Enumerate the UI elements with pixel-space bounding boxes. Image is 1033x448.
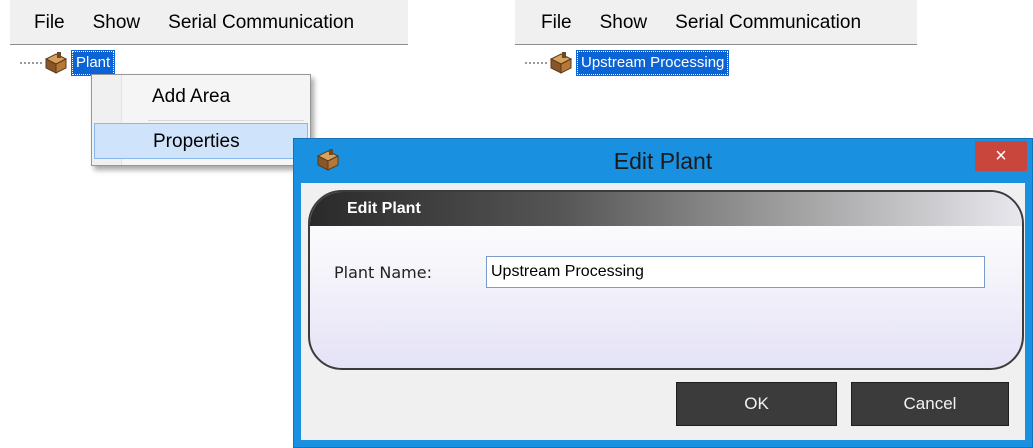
right-menubar: File Show Serial Communication bbox=[515, 0, 917, 45]
ok-button[interactable]: OK bbox=[676, 382, 837, 426]
menu-serial-communication[interactable]: Serial Communication bbox=[154, 0, 368, 45]
menu-file[interactable]: File bbox=[10, 0, 79, 45]
tree-node-label[interactable]: Plant bbox=[70, 50, 116, 76]
menu-file[interactable]: File bbox=[515, 0, 586, 45]
tree-connector bbox=[525, 62, 547, 64]
tree-connector bbox=[20, 62, 42, 64]
dialog-titlebar[interactable]: Edit Plant × bbox=[294, 139, 1032, 183]
tree-node-label[interactable]: Upstream Processing bbox=[575, 50, 730, 76]
plant-cube-icon bbox=[549, 52, 573, 74]
tree-node-row[interactable]: Upstream Processing bbox=[525, 50, 730, 76]
menu-serial-communication[interactable]: Serial Communication bbox=[661, 0, 875, 45]
menu-show[interactable]: Show bbox=[586, 0, 662, 45]
left-menubar: File Show Serial Communication bbox=[10, 0, 408, 45]
group-header: Edit Plant bbox=[310, 192, 1022, 226]
dialog-title: Edit Plant bbox=[613, 148, 713, 174]
tree-node-row[interactable]: Plant bbox=[20, 50, 116, 76]
cancel-button[interactable]: Cancel bbox=[851, 382, 1009, 426]
close-icon: × bbox=[995, 145, 1007, 167]
group-header-title: Edit Plant bbox=[347, 200, 421, 217]
context-menu-add-area[interactable]: Add Area bbox=[94, 79, 308, 115]
plant-cube-icon bbox=[44, 52, 68, 74]
close-button[interactable]: × bbox=[975, 141, 1027, 171]
edit-plant-group: Edit Plant Plant Name: Upstream Processi… bbox=[308, 190, 1024, 370]
context-menu-properties[interactable]: Properties bbox=[94, 123, 308, 159]
plant-name-input[interactable]: Upstream Processing bbox=[486, 256, 985, 288]
context-menu: Add Area Properties bbox=[91, 74, 311, 166]
dialog-client-area: Edit Plant Plant Name: Upstream Processi… bbox=[301, 183, 1025, 440]
menu-show[interactable]: Show bbox=[79, 0, 155, 45]
edit-plant-dialog: Edit Plant × Edit Plant Plant Name: Upst… bbox=[293, 138, 1033, 448]
context-menu-separator bbox=[148, 120, 304, 121]
plant-name-label: Plant Name: bbox=[334, 263, 432, 282]
